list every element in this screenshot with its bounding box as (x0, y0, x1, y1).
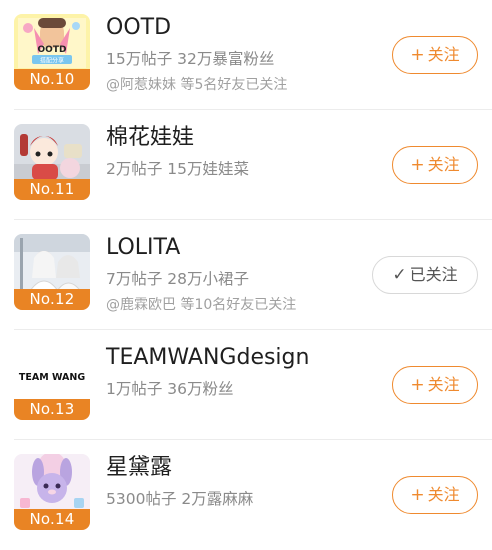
topic-stats: 7万帖子 28万小裙子 (106, 270, 250, 288)
follow-button[interactable]: + 关注 (392, 366, 478, 404)
topic-title[interactable]: LOLITA (106, 234, 180, 262)
topic-thumbnail[interactable]: No.14 (14, 454, 90, 530)
rank-badge: No.10 (14, 69, 90, 90)
plus-icon: + (410, 155, 425, 175)
topic-title[interactable]: OOTD (106, 14, 171, 42)
follow-button[interactable]: + 关注 (392, 476, 478, 514)
rank-badge: No.11 (14, 179, 90, 200)
friends-following-note: @阿惹妹妹 等5名好友已关注 (106, 77, 288, 93)
thumb-title-text: OOTD (38, 45, 67, 55)
follow-button[interactable]: + 关注 (392, 36, 478, 74)
topic-title[interactable]: 星黛露 (106, 454, 172, 482)
topic-stats: 5300帖子 2万露麻麻 (106, 490, 254, 508)
list-item[interactable]: No.11 棉花娃娃 2万帖子 15万娃娃菜 + 关注 (0, 110, 492, 220)
topic-stats: 15万帖子 32万暴富粉丝 (106, 50, 275, 68)
topic-thumbnail[interactable]: No.11 (14, 124, 90, 200)
plus-icon: + (410, 45, 425, 65)
list-item[interactable]: TEAM WANG No.13 TEAMWANGdesign 1万帖子 36万粉… (0, 330, 492, 440)
topic-title[interactable]: 棉花娃娃 (106, 124, 194, 152)
topic-thumbnail[interactable]: TEAM WANG No.13 (14, 344, 90, 420)
list-item[interactable]: No.12 LOLITA 7万帖子 28万小裙子 @鹿霖欧巴 等10名好友已关注… (0, 220, 492, 330)
checkmark-icon: ✓ (392, 265, 407, 285)
follow-button-label: 关注 (427, 375, 460, 394)
thumb-subtitle-text: 搭配分享 (40, 57, 64, 65)
plus-icon: + (410, 375, 425, 395)
rank-badge: No.13 (14, 399, 90, 420)
topic-thumbnail[interactable]: OOTD 搭配分享 No.10 (14, 14, 90, 90)
rank-badge: No.12 (14, 289, 90, 310)
rank-badge: No.14 (14, 509, 90, 530)
topic-ranking-list: OOTD 搭配分享 No.10 OOTD 15万帖子 32万暴富粉丝 @阿惹妹妹… (0, 0, 492, 550)
list-item[interactable]: No.14 星黛露 5300帖子 2万露麻麻 + 关注 (0, 440, 492, 550)
topic-thumbnail[interactable]: No.12 (14, 234, 90, 310)
teamwang-logo-text: TEAM WANG (19, 372, 85, 383)
list-item[interactable]: OOTD 搭配分享 No.10 OOTD 15万帖子 32万暴富粉丝 @阿惹妹妹… (0, 0, 492, 110)
topic-title[interactable]: TEAMWANGdesign (106, 344, 309, 372)
followed-button[interactable]: ✓ 已关注 (372, 256, 478, 294)
follow-button-label: 关注 (427, 155, 460, 174)
follow-button[interactable]: + 关注 (392, 146, 478, 184)
friends-following-note: @鹿霖欧巴 等10名好友已关注 (106, 297, 297, 313)
followed-button-label: 已关注 (409, 265, 458, 284)
follow-button-label: 关注 (427, 45, 460, 64)
follow-button-label: 关注 (427, 485, 460, 504)
plus-icon: + (410, 485, 425, 505)
topic-stats: 1万帖子 36万粉丝 (106, 380, 234, 398)
topic-stats: 2万帖子 15万娃娃菜 (106, 160, 250, 178)
